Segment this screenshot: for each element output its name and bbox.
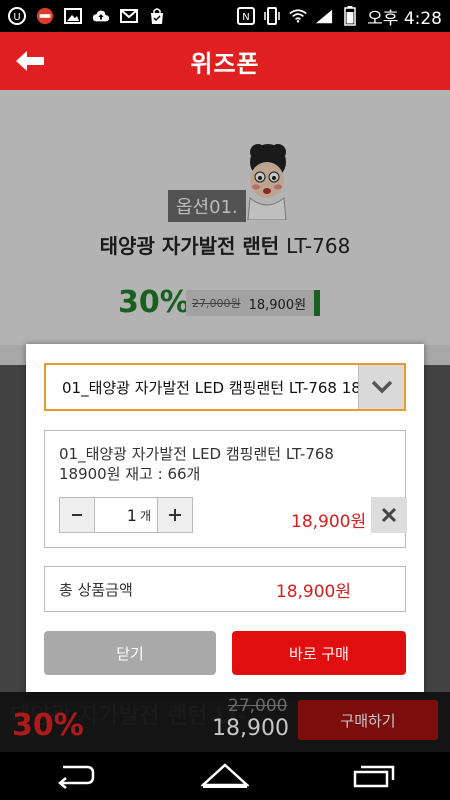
svg-text:N: N xyxy=(242,12,249,23)
option-modal: 01_태양광 자가발전 LED 캠핑랜턴 LT-768 18900원 01_태양… xyxy=(26,344,424,692)
dropdown-toggle[interactable] xyxy=(358,365,404,409)
total-amount: 18,900원 xyxy=(275,581,351,602)
selected-item-name: 01_태양광 자가발전 LED 캠핑랜턴 LT-768 xyxy=(59,445,334,463)
buy-now-button[interactable]: 바로 구매 xyxy=(232,631,406,675)
plus-icon xyxy=(169,509,181,521)
option-select-value: 01_태양광 자가발전 LED 캠핑랜턴 LT-768 18900원 xyxy=(62,378,358,397)
back-arrow-icon xyxy=(16,51,44,71)
quantity-field[interactable]: 1 개 xyxy=(94,498,158,532)
back-icon xyxy=(58,765,95,789)
recent-apps-icon xyxy=(353,765,395,788)
close-button[interactable]: 닫기 xyxy=(44,631,216,675)
total-label: 총 상품금액 xyxy=(59,580,133,599)
nav-recent-button[interactable] xyxy=(345,756,405,796)
gmail-icon xyxy=(120,8,138,24)
app-bar: 위즈폰 xyxy=(0,32,450,90)
quantity-stepper: 1 개 xyxy=(59,497,193,533)
status-bar: U N 오후 4:28 xyxy=(0,0,450,32)
navigation-bar xyxy=(0,752,450,800)
close-icon xyxy=(381,507,397,523)
clock: 오후 4:28 xyxy=(367,8,442,29)
app-title: 위즈폰 xyxy=(190,49,260,78)
option-select[interactable]: 01_태양광 자가발전 LED 캠핑랜턴 LT-768 18900원 xyxy=(44,363,406,411)
home-icon xyxy=(201,763,249,788)
notification-icons: U xyxy=(8,7,166,25)
selected-item-detail: 18900원 재고 : 66개 xyxy=(59,465,201,483)
image-icon xyxy=(64,8,82,24)
vibrate-icon xyxy=(263,7,281,25)
increase-button[interactable] xyxy=(158,498,192,532)
total-price-box: 총 상품금액 18,900원 xyxy=(44,566,406,612)
quantity-unit: 개 xyxy=(139,508,151,523)
coupang-icon xyxy=(36,7,54,25)
minus-icon xyxy=(72,514,82,516)
signal-icon xyxy=(315,8,333,24)
back-button[interactable] xyxy=(10,42,50,80)
decrease-button[interactable] xyxy=(60,498,94,532)
battery-icon xyxy=(341,6,359,26)
selected-item-price: 18,900원 xyxy=(291,512,367,532)
nav-home-button[interactable] xyxy=(195,756,255,796)
svg-text:U: U xyxy=(13,12,20,23)
chevron-down-icon xyxy=(371,380,392,394)
nfc-icon: N xyxy=(237,7,256,25)
nav-back-button[interactable] xyxy=(45,756,105,796)
selected-item: 01_태양광 자가발전 LED 캠핑랜턴 LT-768 18900원 재고 : … xyxy=(44,430,407,548)
u-plus-icon: U xyxy=(8,7,26,25)
upload-icon xyxy=(92,8,110,24)
wifi-icon xyxy=(289,8,307,24)
system-icons: N 오후 4:28 xyxy=(237,4,442,29)
quantity-value: 1 xyxy=(126,505,137,525)
remove-item-button[interactable] xyxy=(371,497,407,533)
shopping-bag-icon xyxy=(148,8,166,24)
